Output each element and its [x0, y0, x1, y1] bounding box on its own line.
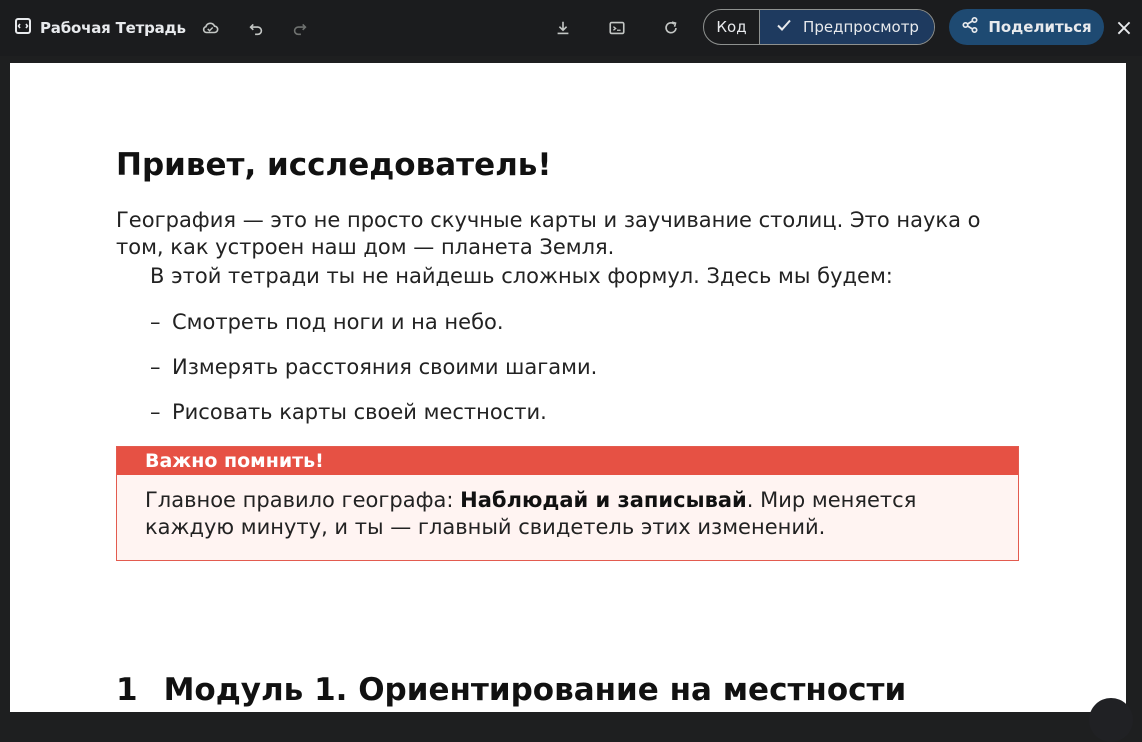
module-title: Модуль 1. Ориентирование на местности	[163, 672, 907, 708]
download-button[interactable]	[549, 14, 577, 42]
list-marker: –	[150, 355, 161, 379]
share-button-label: Поделиться	[988, 18, 1092, 36]
callout-text-before: Главное правило географа:	[145, 488, 461, 512]
code-tab[interactable]: Код	[704, 10, 760, 44]
check-icon	[775, 16, 793, 38]
list-item: – Рисовать карты своей местности.	[150, 399, 597, 444]
document-preview[interactable]: Привет, исследователь! География — это н…	[10, 63, 1126, 712]
undo-icon	[249, 23, 263, 36]
terminal-icon	[609, 21, 625, 35]
list-marker: –	[150, 310, 161, 334]
callout-title: Важно помнить!	[117, 447, 1018, 475]
refresh-icon	[665, 21, 677, 34]
download-icon	[557, 21, 569, 35]
callout-body: Главное правило географа: Наблюдай и зап…	[117, 475, 1018, 541]
workbook-title-button[interactable]: Рабочая Тетрадь	[14, 14, 186, 42]
redo-button[interactable]	[286, 14, 314, 42]
list-item-text: Измерять расстояния своими шагами.	[172, 355, 598, 379]
important-callout: Важно помнить! Главное правило географа:…	[116, 446, 1019, 561]
page-title: Привет, исследователь!	[116, 147, 552, 183]
view-mode-toggle: Код Предпросмотр	[703, 9, 935, 45]
terminal-button[interactable]	[603, 14, 631, 42]
preview-tab-label: Предпросмотр	[803, 18, 919, 36]
callout-text-bold: Наблюдай и записывай	[460, 488, 747, 512]
preview-tab[interactable]: Предпросмотр	[760, 10, 934, 44]
list-item: – Измерять расстояния своими шагами.	[150, 354, 597, 399]
close-button[interactable]: ×	[1110, 14, 1138, 42]
list-item: – Смотреть под ноги и на небо.	[150, 309, 597, 354]
intro-indent-paragraph: В этой тетради ты не найдешь сложных фор…	[150, 264, 893, 288]
floating-action-button[interactable]	[1089, 698, 1133, 742]
share-button[interactable]: Поделиться	[949, 9, 1104, 45]
undo-button[interactable]	[242, 14, 270, 42]
workbook-title: Рабочая Тетрадь	[40, 19, 186, 37]
module-heading: 1 Модуль 1. Ориентирование на местности	[116, 670, 906, 710]
list-marker: –	[150, 400, 161, 424]
activity-list: – Смотреть под ноги и на небо. – Измерят…	[150, 309, 597, 444]
list-item-text: Рисовать карты своей местности.	[172, 400, 547, 424]
module-number: 1	[116, 672, 138, 708]
share-icon	[961, 16, 979, 38]
list-item-text: Смотреть под ноги и на небо.	[172, 310, 504, 334]
intro-paragraph: География — это не просто скучные карты …	[116, 208, 981, 259]
close-icon: ×	[1114, 15, 1134, 41]
cloud-icon	[202, 22, 219, 34]
top-toolbar: Рабочая Тетрадь Код Предпросмотр Поделит…	[0, 0, 1142, 56]
redo-icon	[293, 23, 307, 36]
refresh-button[interactable]	[657, 14, 685, 42]
cloud-sync-button[interactable]	[196, 14, 224, 42]
workbook-icon	[14, 17, 32, 39]
code-tab-label: Код	[716, 18, 747, 36]
